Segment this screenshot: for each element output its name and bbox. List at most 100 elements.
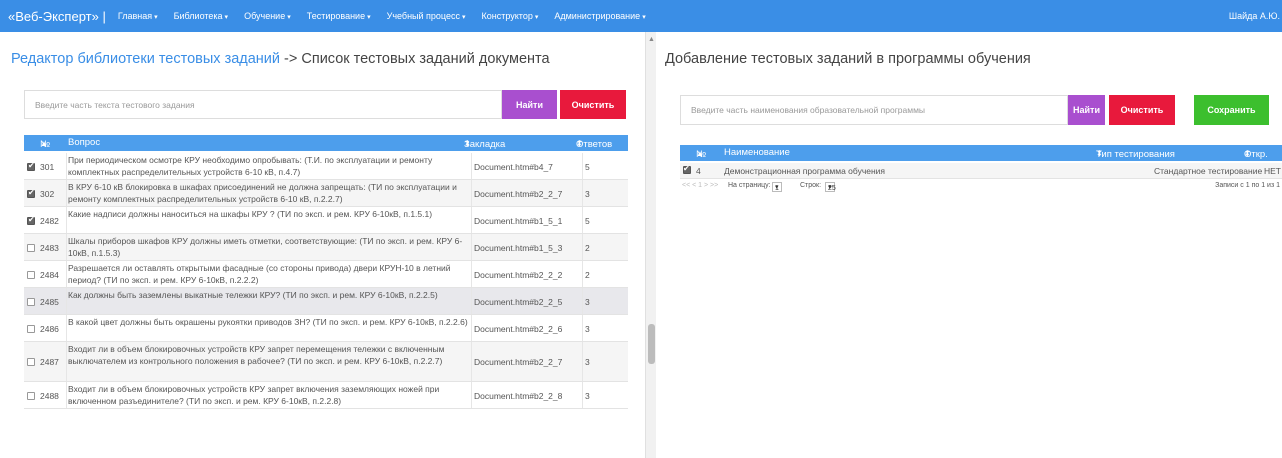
questions-table-header: № ▲ Вопрос ⬍ Закладка ⬍ Ответов [24,135,628,151]
program-row-type: Стандартное тестирование [1154,166,1263,176]
sort-up-icon: ▲ [40,139,48,148]
nav-training[interactable]: Обучение ▾ [244,11,291,21]
program-row-number: 4 [696,166,701,176]
brand-logo[interactable]: «Веб-Эксперт» | [8,9,106,24]
row-bookmark: Document.htm#b1_5_1 [474,216,563,226]
chevron-down-icon: ▾ [224,14,229,21]
nav-constructor[interactable]: Конструктор ▾ [482,11,539,21]
sort-up-icon: ▲ [696,149,704,158]
row-question: В какой цвет должны быть окрашены рукоят… [68,317,468,327]
rows-select[interactable]: 25 ▾ [825,182,836,192]
program-row-open: НЕТ [1264,166,1281,176]
table-row[interactable]: 302 В КРУ 6-10 кВ блокировка в шкафах при… [24,180,628,207]
row-number: 2484 [40,270,59,280]
page-title: Редактор библиотеки тестовых заданий -> … [11,51,550,67]
chevron-down-icon: ▾ [154,14,158,21]
row-checkbox[interactable] [27,188,35,198]
nav-training-label: Обучение [244,11,286,21]
rows-select-value: 25 [828,185,836,192]
left-panel: Редактор библиотеки тестовых заданий -> … [0,32,645,458]
table-row[interactable]: 2488 Входит ли в объем блокировочных устр… [24,382,628,409]
row-answers: 5 [585,216,590,226]
column-open-label: Откр. [1244,149,1268,160]
program-find-button[interactable]: Найти [1068,95,1105,125]
table-row[interactable]: 2482 Какие надписи должны наноситься на ш… [24,207,628,234]
chevron-down-icon: ▾ [534,14,539,21]
row-bookmark: Document.htm#b2_2_2 [474,270,563,280]
nav-administration[interactable]: Администрирование ▾ [554,11,645,21]
row-number: 2485 [40,297,59,307]
row-checkbox[interactable] [27,325,35,333]
table-row[interactable]: 2487 Входит ли в объем блокировочных устр… [24,342,628,382]
save-button[interactable]: Сохранить [1194,95,1269,125]
row-question: Входит ли в объем блокировочных устройст… [68,384,440,406]
pagination-bar: << < 1 > >> На страницу: 1 ▾ Строк: 25 ▾… [680,180,1282,194]
row-checkbox[interactable] [27,215,35,225]
row-checkbox[interactable] [27,161,35,171]
nav-constructor-label: Конструктор [481,11,533,21]
row-checkbox[interactable] [27,298,35,306]
clear-button[interactable]: Очистить [560,90,626,119]
row-answers: 3 [585,357,590,367]
user-menu[interactable]: Шайда А.Ю. [1229,0,1280,32]
column-question[interactable]: Вопрос [68,137,100,148]
table-row[interactable]: 301 При периодическом осмотре КРУ необход… [24,153,628,180]
row-question: Шкалы приборов шкафов КРУ должны иметь о… [68,236,463,258]
table-row[interactable]: 2484 Разрешается ли оставлять открытыми ф… [24,261,628,288]
row-number: 2488 [40,391,59,401]
page-select-value: 1 [775,185,779,192]
page-select[interactable]: 1 ▾ [772,182,782,192]
nav-testing[interactable]: Тестирование ▾ [307,11,371,21]
row-answers: 3 [585,391,590,401]
page-label: На страницу: [728,182,771,189]
row-bookmark: Document.htm#b2_2_6 [474,324,563,334]
program-search-input[interactable]: Введите часть наименования образовательн… [680,95,1068,125]
row-question: Разрешается ли оставлять открытыми фасад… [68,263,451,285]
row-bookmark: Document.htm#b4_7 [474,162,553,172]
row-answers: 3 [585,324,590,334]
find-button[interactable]: Найти [502,90,557,119]
row-answers: 5 [585,162,590,172]
row-number: 2482 [40,216,59,226]
rows-label: Строк: [800,182,822,189]
breadcrumb-library-editor-link[interactable]: Редактор библиотеки тестовых заданий [11,51,280,67]
row-bookmark: Document.htm#b1_5_3 [474,243,563,253]
row-checkbox[interactable] [27,271,35,279]
nav-main[interactable]: Главная ▾ [118,11,158,21]
row-question: Как должны быть заземлены выкатные тележ… [68,290,438,300]
top-navbar: «Веб-Эксперт» | Главная ▾ Библиотека ▾ Обу… [0,0,1282,32]
row-bookmark: Document.htm#b2_2_7 [474,357,563,367]
program-clear-button[interactable]: Очистить [1109,95,1175,125]
table-row[interactable]: 2486 В какой цвет должны быть окрашены ру… [24,315,628,342]
nav-study-process-label: Учебный процесс [386,11,460,21]
row-question: Входит ли в объем блокировочных устройст… [68,344,445,366]
row-bookmark: Document.htm#b2_2_8 [474,391,563,401]
programs-table-header: № ▲ Наименование ⬍ Тип тестирования ⬍ От… [680,145,1282,161]
question-search-input[interactable]: Введите часть текста тестового задания [24,90,502,119]
chevron-down-icon: ▾ [642,14,646,21]
table-row[interactable]: 2485 Как должны быть заземлены выкатные т… [24,288,628,315]
chevron-down-icon: ▾ [462,14,466,21]
row-checkbox[interactable] [27,358,35,366]
vertical-scrollbar[interactable]: ▲ [645,32,656,458]
scroll-thumb[interactable] [648,324,655,364]
pagination-nav[interactable]: << < 1 > >> [682,182,718,189]
row-number: 2486 [40,324,59,334]
table-row[interactable]: 2483 Шкалы приборов шкафов КРУ должны име… [24,234,628,261]
right-panel: Добавление тестовых заданий в программы … [656,32,1282,458]
programs-title: Добавление тестовых заданий в программы … [665,51,1031,67]
row-question: В КРУ 6-10 кВ блокировка в шкафах присое… [68,182,457,204]
chevron-down-icon: ▾ [287,14,291,21]
program-row[interactable]: ✔ 4 Демонстрационная программа обучения … [680,163,1282,179]
scroll-up-icon[interactable]: ▲ [648,36,655,43]
row-number: 301 [40,162,55,172]
nav-library[interactable]: Библиотека ▾ [174,11,228,21]
column-program-name[interactable]: Наименование [724,147,790,158]
records-count: Записи с 1 по 1 из 1 [1215,182,1280,189]
row-number: 2483 [40,243,59,253]
row-checkbox[interactable] [27,244,35,252]
nav-main-label: Главная [117,11,153,21]
row-answers: 3 [585,189,590,199]
nav-study-process[interactable]: Учебный процесс ▾ [387,11,466,21]
row-checkbox[interactable] [27,392,35,400]
